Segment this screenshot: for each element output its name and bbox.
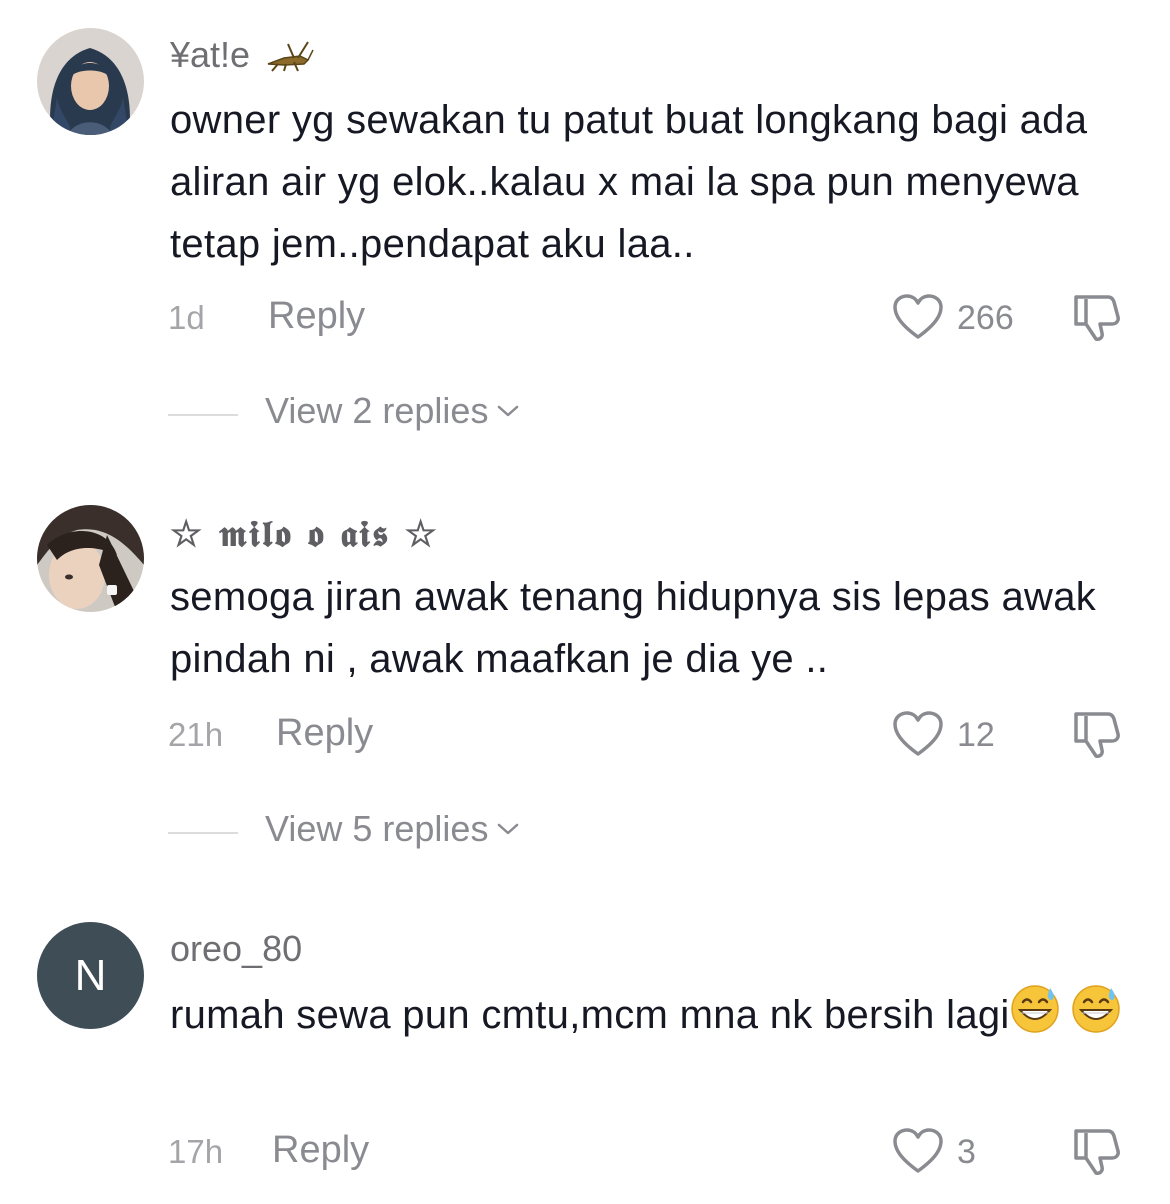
like-count: 3 (957, 1133, 976, 1171)
heart-icon[interactable] (892, 293, 944, 341)
comment-actions: 21h Reply 12 (0, 710, 1170, 760)
divider-line (168, 414, 238, 416)
cricket-icon (264, 38, 314, 72)
comment-text: rumah sewa pun cmtu,mcm mna nk bersih la… (170, 984, 1140, 1046)
like-count: 12 (957, 716, 995, 754)
thumbs-down-icon[interactable] (1068, 708, 1124, 760)
username-text[interactable]: ¥at!e (170, 34, 250, 76)
username[interactable]: ☆ 𝖒𝖎𝖑𝖔 𝖔 𝖆𝖎𝖘 ☆ (170, 513, 439, 556)
heart-icon[interactable] (892, 710, 944, 758)
comment-text: owner yg sewakan tu patut buat longkang … (170, 98, 1088, 266)
grinning-face-with-sweat-emoji (1010, 984, 1060, 1034)
comment-actions: 17h Reply 3 (0, 1127, 1170, 1177)
view-replies-button[interactable]: View 5 replies (265, 808, 520, 850)
avatar[interactable] (37, 505, 144, 612)
avatar-letter: N (74, 950, 107, 1000)
chevron-down-icon (498, 823, 519, 835)
heart-icon[interactable] (892, 1127, 944, 1175)
chevron-down-icon (498, 405, 519, 417)
like-count: 266 (957, 299, 1014, 337)
comment-actions: 1d Reply 266 (0, 293, 1170, 343)
divider-line (168, 832, 238, 834)
reply-button[interactable]: Reply (276, 712, 373, 755)
timestamp: 17h (168, 1133, 224, 1170)
view-replies-button[interactable]: View 2 replies (265, 390, 520, 432)
view-replies: View 5 replies (0, 808, 1170, 858)
grinning-face-with-sweat-emoji (1071, 984, 1121, 1034)
username[interactable]: oreo_80 (170, 928, 302, 970)
avatar[interactable] (37, 28, 144, 135)
timestamp: 1d (168, 299, 205, 336)
view-replies: View 2 replies (0, 390, 1170, 440)
thumbs-down-icon[interactable] (1068, 291, 1124, 343)
timestamp: 21h (168, 716, 224, 753)
comment-text-body: rumah sewa pun cmtu,mcm mna nk bersih la… (170, 993, 1010, 1037)
username-text[interactable]: oreo_80 (170, 928, 302, 970)
username[interactable]: ¥at!e (170, 34, 314, 76)
view-replies-label[interactable]: View 2 replies (265, 390, 488, 432)
view-replies-label[interactable]: View 5 replies (265, 808, 488, 850)
reply-button[interactable]: Reply (268, 295, 365, 338)
reply-button[interactable]: Reply (272, 1129, 369, 1172)
avatar[interactable]: N (37, 922, 144, 1029)
comment-text: semoga jiran awak tenang hidupnya sis le… (170, 575, 1097, 681)
thumbs-down-icon[interactable] (1068, 1125, 1124, 1177)
